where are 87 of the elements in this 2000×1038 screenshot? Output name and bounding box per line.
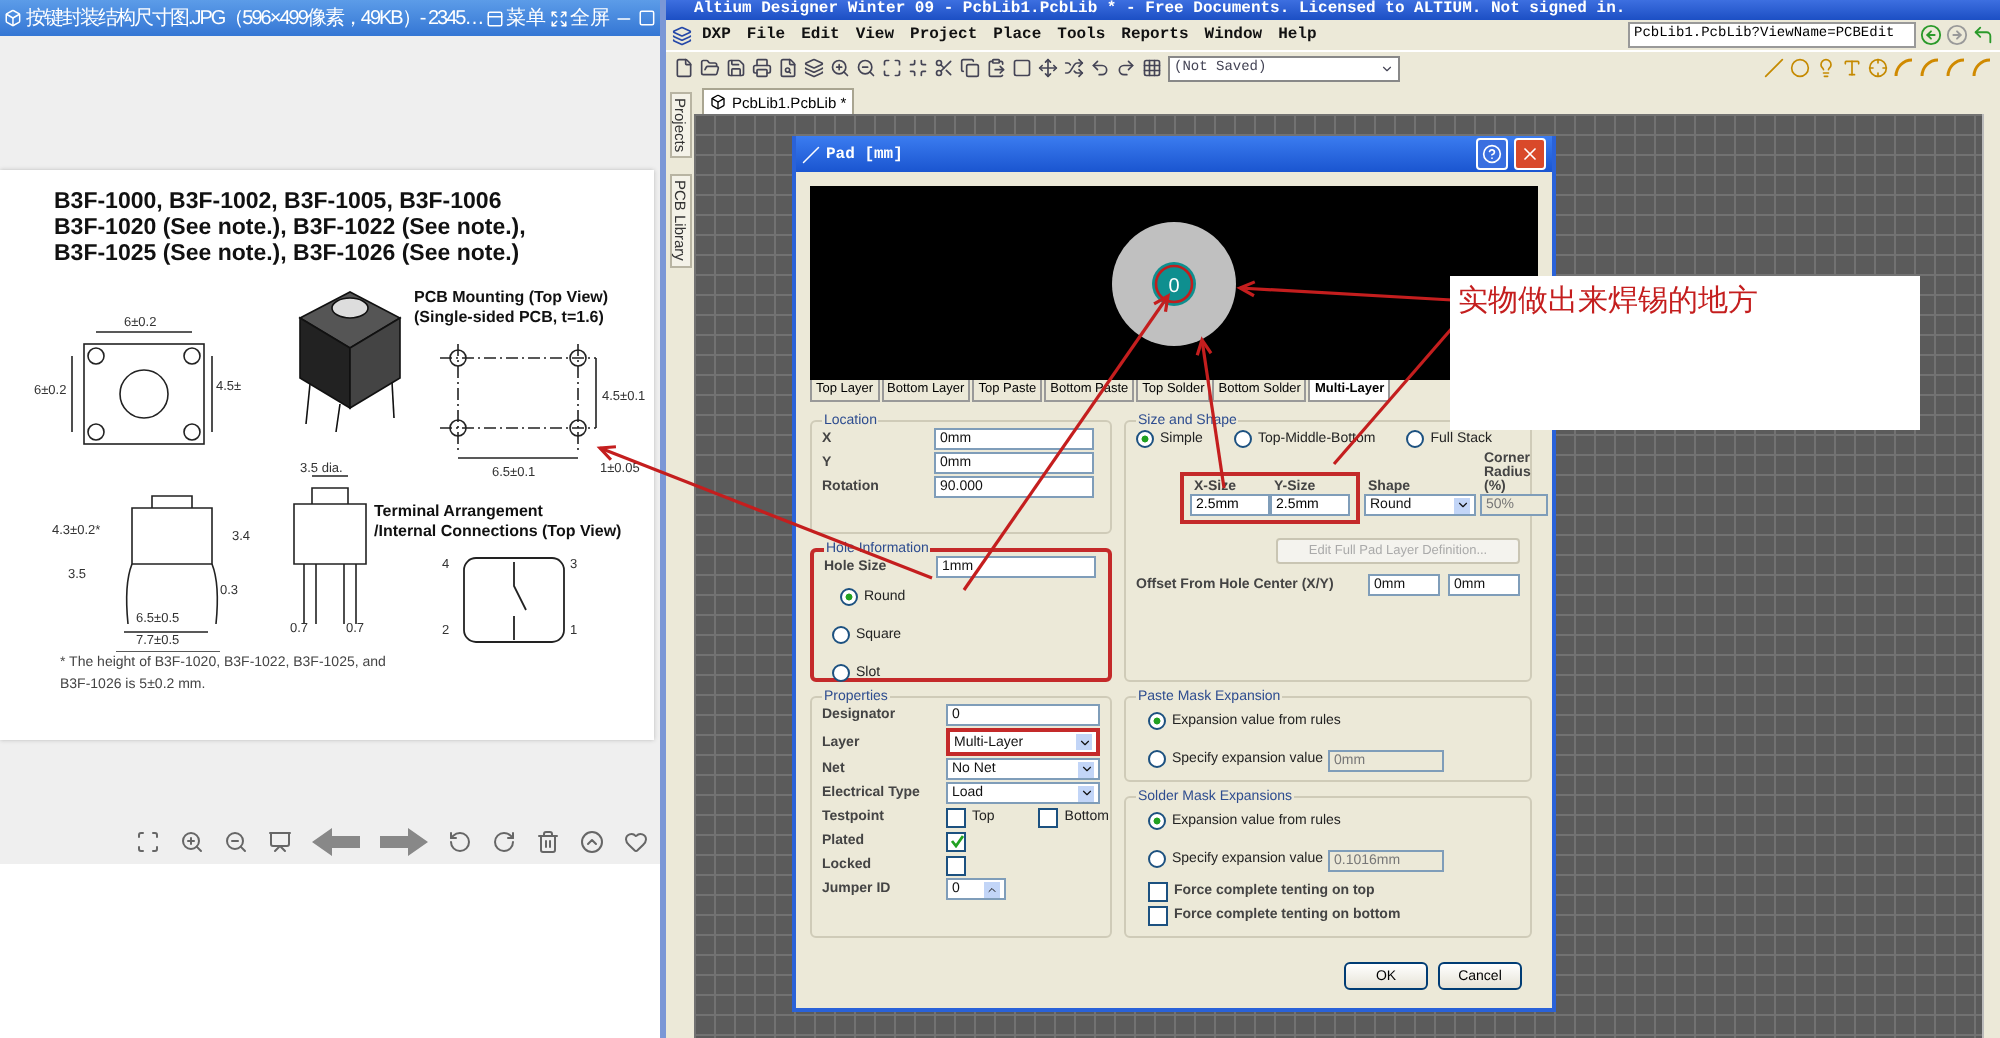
radio-button[interactable] — [1148, 750, 1166, 768]
radio-button[interactable] — [1406, 430, 1425, 448]
part-numbers-text: B3F-1025 (See note.), B3F-1026 (See note.) — [54, 242, 522, 268]
radio-button[interactable] — [840, 588, 858, 606]
fullscreen-button[interactable]: 全屏 — [550, 4, 611, 32]
window-title: 按键封装结构尺寸图.JPG（596×499像素，49KB）- 2345… — [25, 5, 483, 32]
checkbox[interactable] — [1148, 881, 1168, 901]
undo-icon[interactable] — [1090, 58, 1110, 78]
heart-icon[interactable] — [624, 830, 648, 854]
menu-item[interactable]: File — [740, 26, 792, 44]
checkbox[interactable] — [1148, 905, 1168, 925]
maximize-icon[interactable] — [638, 8, 657, 28]
radio-button[interactable] — [1148, 712, 1166, 730]
spinner-icon — [986, 883, 998, 895]
back-icon[interactable] — [1920, 24, 1942, 46]
caption-text: Terminal Arrangement — [374, 502, 543, 520]
menu-item[interactable]: Edit — [795, 26, 846, 44]
document-icon — [710, 94, 726, 110]
annotation-text: 实物做出来焊锡的地方 — [1450, 276, 1920, 430]
menu-item[interactable]: Window — [1198, 26, 1269, 44]
radio-button[interactable] — [1233, 430, 1252, 448]
menu-item[interactable]: Reports — [1115, 26, 1195, 44]
fit-icon[interactable] — [882, 58, 902, 78]
caret-icon — [1380, 61, 1394, 75]
checkbox[interactable] — [946, 855, 966, 875]
menu-icon — [486, 9, 505, 27]
menu-item[interactable]: Project — [904, 26, 984, 44]
terminal-diagram-drawing — [463, 557, 565, 643]
cut-icon[interactable] — [934, 58, 954, 78]
checkbox[interactable] — [946, 807, 966, 827]
previous-arrow-icon[interactable] — [312, 828, 360, 856]
up-icon[interactable] — [580, 830, 604, 854]
zoom-out-icon[interactable] — [224, 830, 248, 854]
layers-icon[interactable] — [804, 58, 824, 78]
dxp-icon — [672, 25, 692, 45]
new-file-icon[interactable] — [674, 58, 694, 78]
menu-item[interactable]: Place — [987, 26, 1048, 44]
delete-icon[interactable] — [536, 830, 560, 854]
slideshow-icon[interactable] — [268, 830, 292, 854]
top-view-drawing — [71, 331, 213, 445]
save-icon[interactable] — [726, 58, 746, 78]
dialog-title: Pad [mm] — [826, 145, 905, 163]
help-icon — [1482, 144, 1502, 164]
checkbox[interactable] — [946, 831, 966, 851]
select-icon[interactable] — [1012, 58, 1032, 78]
radio-button[interactable] — [1136, 430, 1154, 448]
zoom-in-icon[interactable] — [180, 830, 204, 854]
checkbox[interactable] — [1038, 807, 1059, 827]
menu-item[interactable]: View — [849, 26, 901, 44]
radio-button[interactable] — [832, 626, 850, 644]
menu-item[interactable]: Help — [1272, 26, 1323, 44]
menu-item[interactable]: Tools — [1051, 26, 1112, 44]
close-icon — [1520, 144, 1540, 164]
open-folder-icon[interactable] — [700, 58, 720, 78]
radio-button[interactable] — [832, 664, 850, 682]
help-button[interactable] — [1476, 138, 1508, 170]
shuffle-icon[interactable] — [1064, 58, 1084, 78]
window-title: Altium Designer Winter 09 - PcbLib1.PcbLib * - Free Documents. Licensed to ALTIUM. Not signed in. — [666, 0, 2000, 20]
switch-drawing — [298, 291, 402, 433]
paste-icon[interactable] — [986, 58, 1006, 78]
rotate-left-icon[interactable] — [448, 830, 472, 854]
menu-button[interactable]: 菜单 — [486, 4, 547, 32]
app-icon — [4, 8, 22, 28]
rotate-right-icon[interactable] — [492, 830, 516, 854]
pad-number: 0 — [1168, 275, 1180, 297]
fit-icon[interactable] — [136, 830, 160, 854]
next-arrow-icon[interactable] — [380, 828, 428, 856]
radio-button[interactable] — [1148, 850, 1166, 868]
radio-button[interactable] — [1148, 812, 1166, 830]
part-numbers-text: B3F-1000, B3F-1002, B3F-1005, B3F-1006 — [54, 190, 504, 216]
caption-text: (Single-sided PCB, t=1.6) — [414, 308, 604, 326]
preview-icon[interactable] — [778, 58, 798, 78]
close-button[interactable] — [1514, 138, 1546, 170]
move-icon[interactable] — [1038, 58, 1058, 78]
copy-icon[interactable] — [960, 58, 980, 78]
zoom-out-icon[interactable] — [856, 58, 876, 78]
part-numbers-text: B3F-1020 (See note.), B3F-1022 (See note.), — [54, 216, 528, 242]
caption-text: /Internal Connections (Top View) — [374, 522, 622, 540]
grid-icon[interactable] — [1142, 58, 1162, 78]
caption-text: PCB Mounting (Top View) — [414, 288, 609, 306]
redo-icon[interactable] — [1116, 58, 1136, 78]
fullscreen-icon — [550, 9, 569, 27]
print-icon[interactable] — [752, 58, 772, 78]
zoom-in-icon[interactable] — [830, 58, 850, 78]
menu-item[interactable]: DXP — [696, 26, 737, 44]
shrink-icon[interactable] — [908, 58, 928, 78]
caret-icon — [1455, 498, 1469, 512]
